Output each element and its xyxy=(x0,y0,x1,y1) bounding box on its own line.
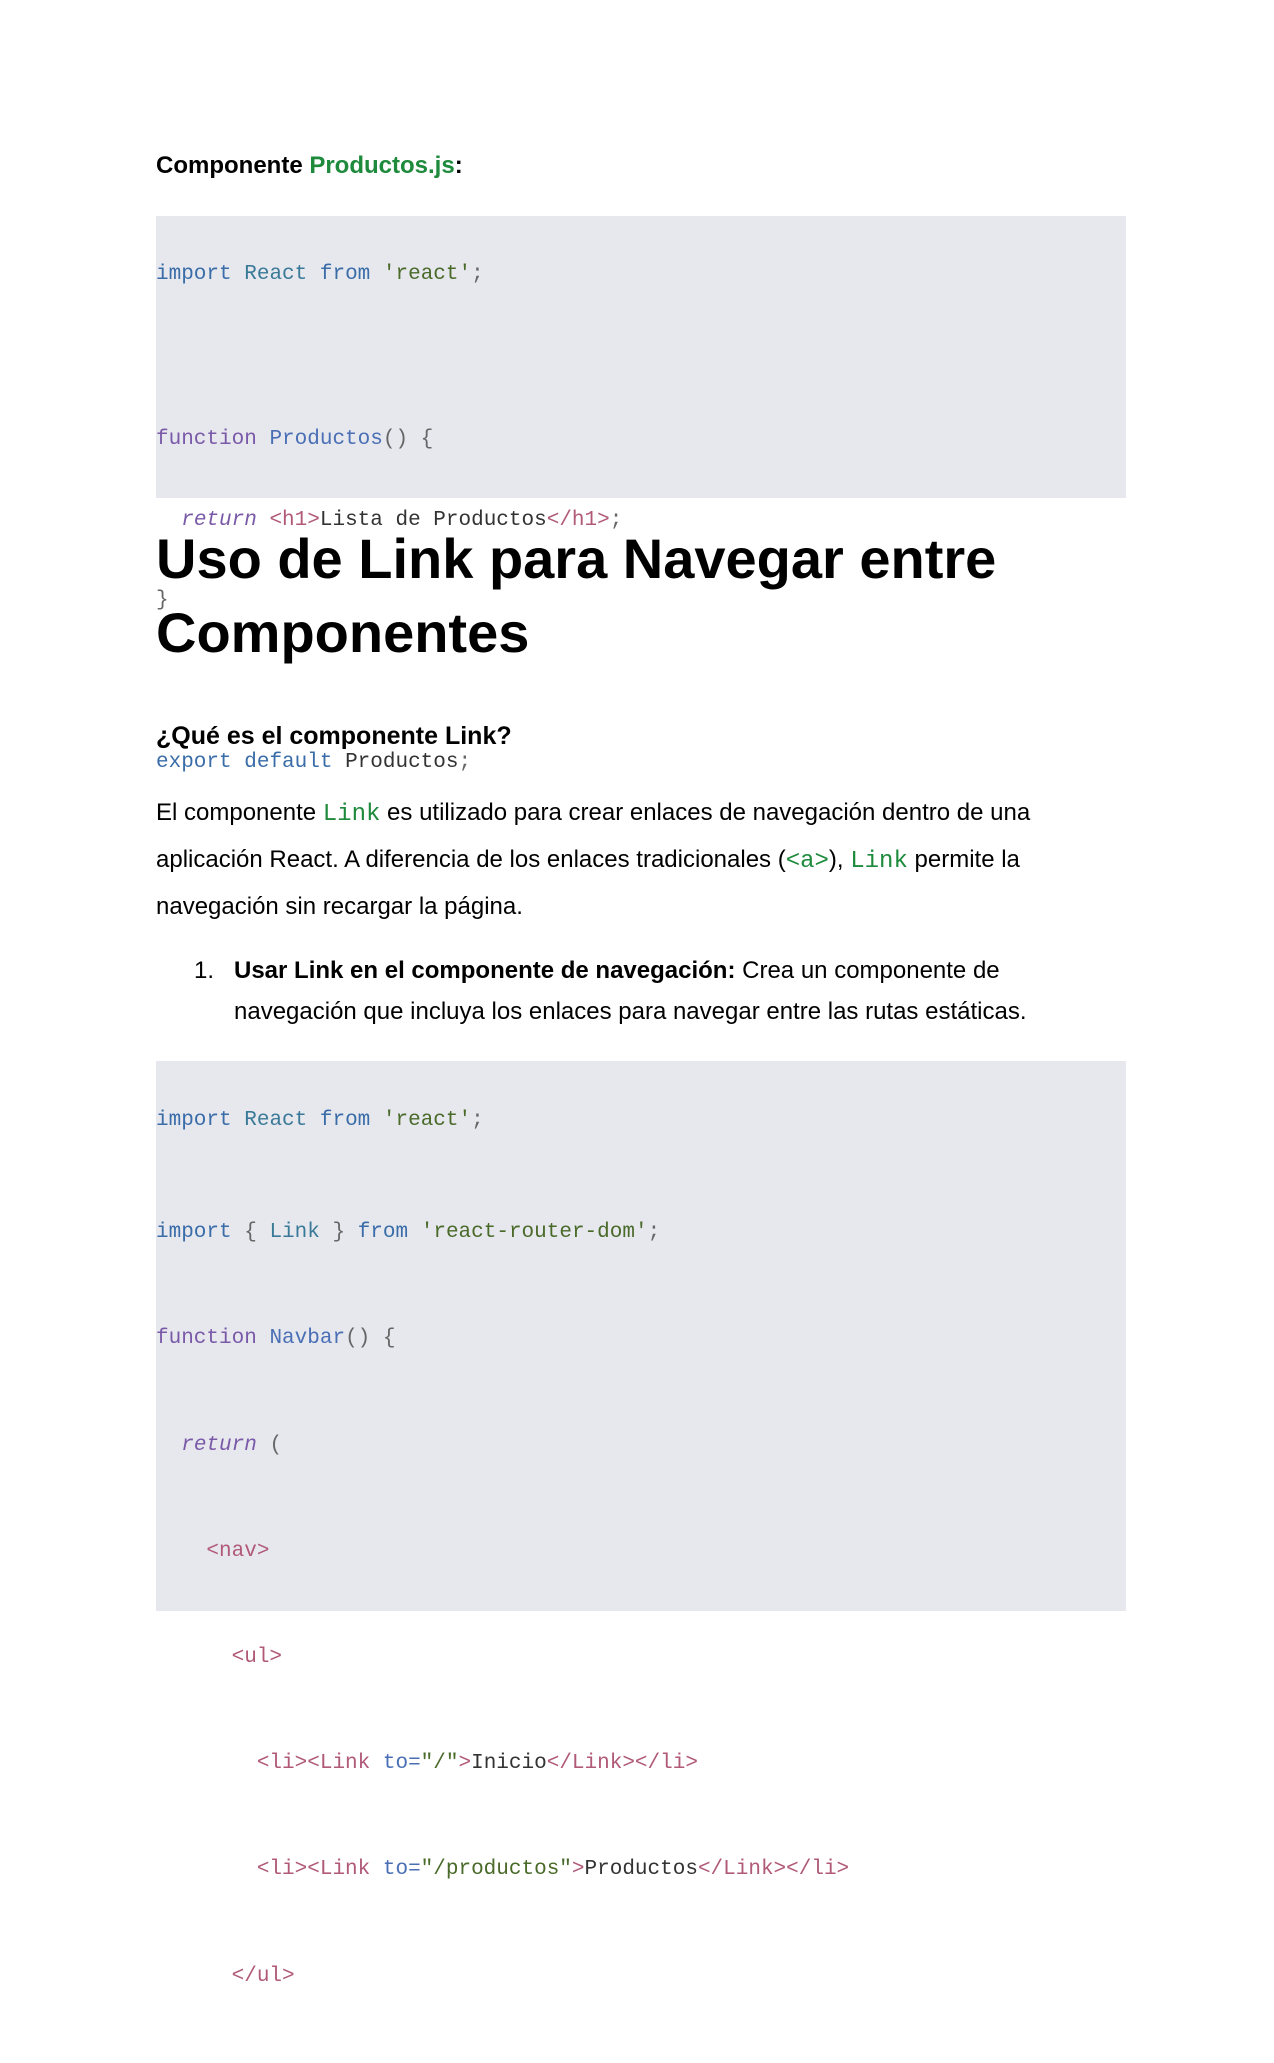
list-number: 1. xyxy=(194,957,215,984)
code-line: <ul> xyxy=(231,1645,283,1669)
label-filename: Productos.js xyxy=(309,152,455,179)
code-line: return ( xyxy=(181,1433,283,1457)
section-heading: Uso de Link para Navegar entre Component… xyxy=(156,527,997,664)
code-line: import { Link } from 'react-router-dom'; xyxy=(156,1221,661,1245)
subsection-heading: ¿Qué es el componente Link? xyxy=(156,722,512,750)
ordered-list-item: 1. Usar Link en el componente de navegac… xyxy=(194,950,1124,1032)
code-block-navbar: import React from 'react'; import { Link… xyxy=(156,1061,1126,1988)
inline-code-anchor: <a> xyxy=(785,848,829,875)
component-label: Componente Productos.js: xyxy=(156,152,463,180)
code-line: import React from 'react'; xyxy=(156,1109,484,1132)
code-line: import React from 'react'; xyxy=(156,263,484,286)
code-line: </ul> xyxy=(231,1964,295,1988)
inline-code-link: Link xyxy=(850,848,908,875)
code-block-productos: import React from 'react'; function Prod… xyxy=(156,216,1126,774)
code-line: function Navbar() { xyxy=(156,1327,396,1351)
inline-code-link: Link xyxy=(322,801,381,828)
code-line: function Productos() { xyxy=(156,428,434,452)
label-prefix: Componente xyxy=(156,152,310,179)
code-line: <nav> xyxy=(206,1539,270,1563)
body-paragraph: El componente Link es utilizado para cre… xyxy=(156,799,1031,920)
label-suffix: : xyxy=(454,152,463,179)
list-item-bold: Usar Link en el componente de navegación… xyxy=(234,957,736,984)
code-line: <li><Link to="/productos">Productos</Lin… xyxy=(256,1858,850,1882)
code-line: <li><Link to="/">Inicio</Link></li> xyxy=(256,1752,698,1776)
